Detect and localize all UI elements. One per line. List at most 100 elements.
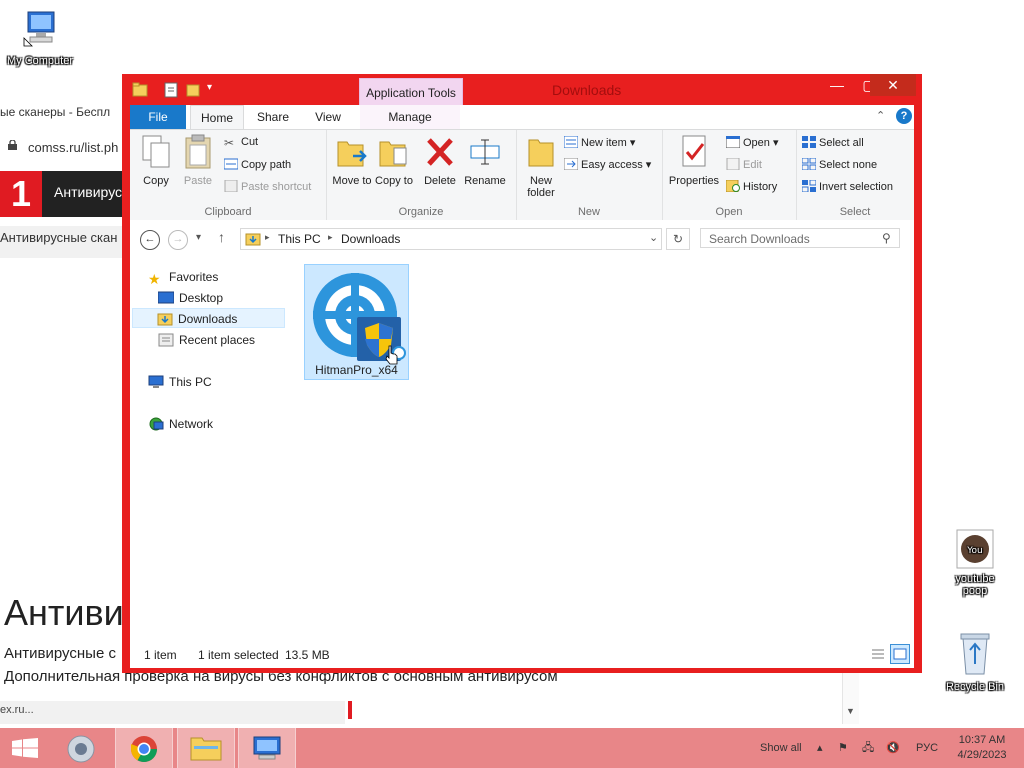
network-tray-icon[interactable]: 🖧: [862, 728, 874, 768]
computer-icon: [23, 11, 55, 47]
tab-home[interactable]: Home: [190, 105, 244, 129]
collapse-ribbon-icon[interactable]: ⌃: [876, 109, 885, 122]
scroll-down-icon[interactable]: ▼: [846, 706, 855, 716]
group-label: Select: [839, 206, 871, 218]
breadcrumb-downloads[interactable]: Downloads: [341, 232, 400, 246]
pc-icon: [148, 375, 164, 388]
site-breadcrumb: Антивирусные скан: [0, 226, 125, 258]
new-folder-qat-icon[interactable]: [186, 82, 200, 98]
action-center-icon[interactable]: ⚑: [838, 728, 848, 768]
title-bar[interactable]: ▾ Application Tools Downloads — ▢ ✕: [122, 74, 922, 107]
site-title[interactable]: Антивирус: [54, 184, 122, 200]
group-label: Clipboard: [204, 206, 252, 218]
taskbar-remote-app[interactable]: [238, 728, 296, 768]
nav-network[interactable]: Network: [148, 417, 213, 431]
easy-access-icon: [564, 158, 578, 170]
large-icons-view-icon[interactable]: [890, 644, 910, 664]
group-open: Properties Open ▾ Edit History Open: [662, 130, 797, 220]
explorer-window[interactable]: ▾ Application Tools Downloads — ▢ ✕ File…: [122, 74, 922, 673]
forward-icon[interactable]: →: [168, 230, 188, 250]
scissors-icon: ✂: [224, 136, 235, 150]
open-button[interactable]: Open ▾: [726, 136, 779, 149]
paste-button[interactable]: Paste: [178, 134, 218, 187]
windows-logo-icon: [12, 738, 38, 758]
network-icon: [149, 417, 164, 431]
history-button[interactable]: History: [726, 180, 777, 193]
search-input[interactable]: Search Downloads: [700, 228, 900, 248]
easy-access-button[interactable]: Easy access ▾: [564, 158, 651, 171]
address-bar[interactable]: ▸ This PC ▸ Downloads ⌄: [240, 228, 662, 250]
path-separator-icon[interactable]: ▸: [265, 232, 270, 243]
nav-this-pc[interactable]: This PC: [148, 375, 212, 389]
recent-places-icon: [158, 333, 174, 347]
start-button[interactable]: [0, 728, 56, 768]
clock[interactable]: 10:37 AM 4/29/2023: [952, 733, 1012, 763]
open-icon: [726, 136, 740, 148]
details-view-icon[interactable]: [868, 644, 888, 664]
recent-locations-icon[interactable]: ▾: [196, 232, 201, 243]
path-separator-icon[interactable]: ▸: [328, 232, 333, 243]
tab-view[interactable]: View: [304, 105, 352, 129]
page-heading: Антиви: [4, 592, 124, 633]
address-dropdown-icon[interactable]: ⌄: [649, 231, 658, 244]
properties-qat-icon[interactable]: [164, 82, 178, 98]
paste-shortcut-icon: [224, 180, 238, 192]
copy-button[interactable]: Copy: [136, 134, 176, 187]
cut-button[interactable]: ✂ Cut: [224, 136, 258, 150]
tab-file[interactable]: File: [130, 105, 186, 129]
desktop-icon-my-computer[interactable]: My Computer: [0, 8, 80, 67]
close-icon[interactable]: ✕: [870, 74, 916, 96]
select-all-icon: [802, 136, 816, 148]
site-logo[interactable]: 1: [0, 171, 42, 217]
paste-shortcut-button[interactable]: Paste shortcut: [224, 180, 311, 193]
input-language[interactable]: РУС: [916, 728, 938, 768]
browser-tab[interactable]: ые сканеры - Беспл: [0, 96, 125, 135]
desktop-icon-youtube[interactable]: You youtube poop: [942, 528, 1008, 597]
history-icon: [726, 180, 740, 192]
browser-address-bar[interactable]: comss.ru/list.ph: [0, 133, 125, 161]
tab-manage[interactable]: Manage: [360, 105, 460, 129]
move-to-button[interactable]: Move to: [332, 134, 372, 187]
file-item-hitmanpro[interactable]: HitmanPro_x64: [304, 264, 409, 380]
breadcrumb-this-pc[interactable]: This PC: [278, 232, 321, 246]
properties-button[interactable]: Properties: [666, 134, 722, 187]
taskbar-explorer[interactable]: [177, 728, 235, 768]
folder-app-icon: [132, 82, 148, 97]
new-item-button[interactable]: New item ▾: [564, 136, 635, 149]
volume-muted-icon[interactable]: 🔇: [886, 728, 900, 768]
select-all-button[interactable]: Select all: [802, 136, 864, 149]
delete-button[interactable]: Delete: [420, 134, 460, 187]
group-label: Open: [715, 206, 743, 218]
nav-desktop[interactable]: Desktop: [158, 291, 223, 305]
copy-to-button[interactable]: Copy to: [374, 134, 414, 187]
copy-icon: [142, 135, 170, 168]
select-none-button[interactable]: Select none: [802, 158, 877, 171]
new-folder-button[interactable]: New folder: [520, 134, 562, 199]
edit-button[interactable]: Edit: [726, 158, 762, 171]
qat-dropdown-icon[interactable]: ▾: [207, 82, 212, 93]
up-icon[interactable]: ↑: [218, 229, 225, 245]
ribbon: Copy Paste ✂ Cut Copy path Paste shortcut…: [130, 129, 914, 221]
tray-expand-icon[interactable]: ▴: [817, 728, 823, 768]
edit-icon: [726, 158, 740, 170]
selection-info: 1 item selected: [198, 648, 279, 662]
window-title: Downloads: [552, 82, 622, 98]
new-folder-icon: [528, 139, 554, 167]
nav-favorites[interactable]: ★ Favorites: [148, 270, 218, 287]
refresh-icon[interactable]: ↻: [666, 228, 690, 250]
invert-selection-button[interactable]: Invert selection: [802, 180, 893, 193]
nav-recent-places[interactable]: Recent places: [158, 333, 255, 347]
taskbar-chromium[interactable]: [58, 728, 114, 768]
help-icon[interactable]: ?: [896, 108, 912, 124]
minimize-icon[interactable]: —: [820, 74, 854, 96]
back-icon[interactable]: ←: [140, 230, 160, 250]
taskbar-chrome[interactable]: [115, 728, 173, 768]
search-icon[interactable]: ⚲: [882, 231, 891, 245]
downloads-folder-icon: [245, 233, 261, 246]
desktop-icon-recycle-bin[interactable]: Recycle Bin: [940, 630, 1010, 693]
show-all-button[interactable]: Show all: [760, 728, 802, 768]
tab-share[interactable]: Share: [248, 105, 298, 129]
nav-downloads[interactable]: Downloads: [132, 308, 285, 328]
rename-button[interactable]: Rename: [462, 134, 508, 187]
copy-path-button[interactable]: Copy path: [224, 158, 291, 171]
